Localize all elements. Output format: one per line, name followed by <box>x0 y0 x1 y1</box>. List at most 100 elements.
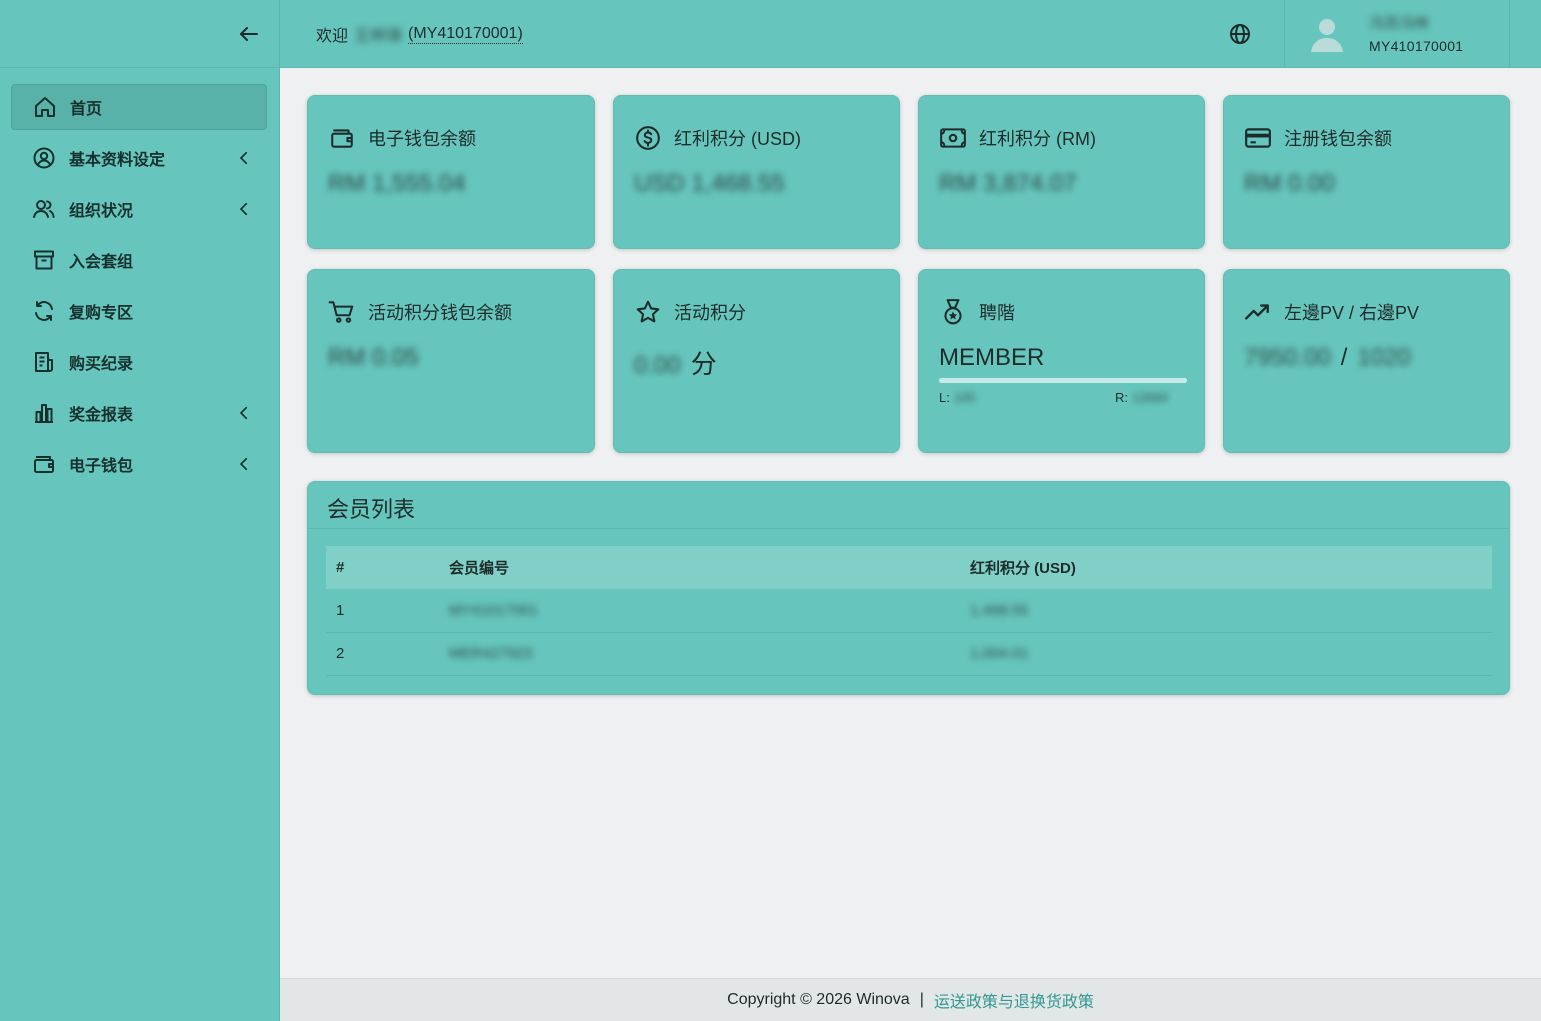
member-table: # 会员编号 红利积分 (USD) 1 MY41017001 1,468.55 … <box>326 546 1492 676</box>
sidebar-item-label: 购买纪录 <box>69 356 134 373</box>
sidebar-item-ewallet[interactable]: 电子钱包 <box>11 441 267 487</box>
sidebar-item-purchase-history[interactable]: 购买纪录 <box>11 339 267 385</box>
card-title: 活动积分 <box>674 303 746 323</box>
pv-card: 左邊PV / 右邊PV 7950.00 / 1020 <box>1223 269 1510 453</box>
rank-value: MEMBER <box>939 344 1045 371</box>
rank-right-value: 12694 <box>1132 390 1169 405</box>
table-row: 1 MY41017001 1,468.55 <box>326 589 1492 633</box>
column-header-member-id: 会员编号 <box>449 560 510 577</box>
table-cell-member-id: MY41017001 <box>439 589 960 633</box>
sidebar-menu: 首页 基本资料设定 组织状况 入会套组 复购专区 购买纪录 奖金报表 电子钱包 <box>0 68 279 487</box>
bonus-usd-value: USD 1,468.55 <box>634 170 785 197</box>
top-header: 欢迎 王梓琪 (MY410170001) 冯苏冯林 MY410170001 <box>280 0 1541 68</box>
rank-left-label: L: <box>939 390 950 405</box>
home-icon <box>32 94 58 120</box>
copyright-text: Copyright © 2026 Winova <box>727 991 910 1008</box>
bar-chart-icon <box>31 400 57 426</box>
wallet-icon <box>31 451 57 477</box>
rank-left-value: 105 <box>953 390 976 405</box>
welcome-message: 欢迎 王梓琪 (MY410170001) <box>316 22 523 46</box>
panel-title: 会员列表 <box>327 497 416 522</box>
wallet-icon <box>328 124 356 152</box>
card-title: 活动积分钱包余额 <box>368 303 512 323</box>
bonus-rm-value: RM 3,874.07 <box>939 170 1077 197</box>
chevron-left-icon <box>239 457 248 471</box>
cart-icon <box>328 298 356 326</box>
activity-points-value: 0.00 分 <box>634 344 717 381</box>
rank-progress-fill <box>939 378 1187 383</box>
sidebar-item-membership-package[interactable]: 入会套组 <box>11 237 267 283</box>
refresh-icon <box>31 298 57 324</box>
card-title: 红利积分 (USD) <box>674 129 801 149</box>
activity-points-unit: 分 <box>690 349 717 379</box>
chevron-left-icon <box>239 151 248 165</box>
dollar-circle-icon <box>634 124 662 152</box>
user-circle-icon <box>31 145 57 171</box>
bonus-usd-card: 红利积分 (USD) USD 1,468.55 <box>613 95 900 249</box>
user-name: 冯苏冯林 <box>1369 15 1430 32</box>
language-button[interactable] <box>1228 22 1254 48</box>
sidebar-item-profile-settings[interactable]: 基本资料设定 <box>11 135 267 181</box>
activity-points-card: 活动积分 0.00 分 <box>613 269 900 453</box>
cash-icon <box>939 124 967 152</box>
star-icon <box>634 298 662 326</box>
card-title: 注册钱包余额 <box>1284 129 1392 149</box>
user-member-id: MY410170001 <box>1369 38 1464 54</box>
sidebar-item-home[interactable]: 首页 <box>11 84 267 130</box>
welcome-member-id: (MY410170001) <box>408 24 523 44</box>
table-cell-bonus-usd: 1,468.55 <box>960 589 1492 633</box>
sidebar-item-label: 奖金报表 <box>69 407 134 424</box>
card-title: 左邊PV / 右邊PV <box>1284 303 1420 323</box>
trend-up-icon <box>1244 298 1272 326</box>
sidebar-header <box>0 0 279 68</box>
footer-separator: | <box>919 991 924 1008</box>
table-cell-index: 1 <box>326 589 439 633</box>
activity-points-number: 0.00 <box>634 352 681 379</box>
sidebar-item-label: 组织状况 <box>69 203 134 220</box>
rank-left-count: L: 105 <box>939 390 976 405</box>
collapse-sidebar-button[interactable] <box>234 19 264 49</box>
arrow-left-icon <box>240 27 258 41</box>
table-header-row: # 会员编号 红利积分 (USD) <box>326 546 1492 589</box>
activity-wallet-card: 活动积分钱包余额 RM 0.05 <box>307 269 595 453</box>
sidebar-item-bonus-report[interactable]: 奖金报表 <box>11 390 267 436</box>
card-title: 聘階 <box>979 303 1015 323</box>
table-row: 2 MER427923 1,004.01 <box>326 632 1492 676</box>
bonus-rm-card: 红利积分 (RM) RM 3,874.07 <box>918 95 1205 249</box>
sidebar-item-label: 复购专区 <box>69 305 134 322</box>
credit-card-icon <box>1244 124 1272 152</box>
column-header-bonus-usd: 红利积分 (USD) <box>970 560 1076 577</box>
ewallet-balance-card: 电子钱包余额 RM 1,555.04 <box>307 95 595 249</box>
globe-icon <box>1230 24 1250 44</box>
divider <box>308 528 1509 529</box>
shipping-return-policy-link[interactable]: 运送政策与退换货政策 <box>934 988 1094 1012</box>
welcome-label: 欢迎 <box>316 28 349 45</box>
pv-right-value: 1020 <box>1357 344 1411 371</box>
receipt-icon <box>31 349 57 375</box>
chevron-left-icon <box>239 406 248 420</box>
archive-box-icon <box>31 247 57 273</box>
activity-wallet-value: RM 0.05 <box>328 344 419 371</box>
footer: Copyright © 2026 Winova | 运送政策与退换货政策 <box>280 978 1541 1021</box>
user-menu[interactable]: 冯苏冯林 MY410170001 <box>1284 0 1510 68</box>
sidebar-item-label: 入会套组 <box>69 254 134 271</box>
card-title: 红利积分 (RM) <box>979 129 1096 149</box>
rank-card: 聘階 MEMBER L: 105 R: 12694 <box>918 269 1205 453</box>
welcome-name: 王梓琪 <box>354 28 403 45</box>
pv-value: 7950.00 / 1020 <box>1244 344 1411 372</box>
medal-icon <box>939 298 967 326</box>
register-wallet-value: RM 0.00 <box>1244 170 1335 197</box>
users-icon <box>31 196 57 222</box>
table-cell-bonus-usd: 1,004.01 <box>960 632 1492 676</box>
avatar <box>1311 19 1343 52</box>
member-list-panel: 会员列表 # 会员编号 红利积分 (USD) 1 MY41017001 1,46… <box>307 481 1510 695</box>
sidebar-item-label: 首页 <box>70 101 103 118</box>
ewallet-balance-value: RM 1,555.04 <box>328 170 466 197</box>
pv-separator: / <box>1340 344 1348 371</box>
rank-right-label: R: <box>1115 390 1128 405</box>
sidebar-item-organization[interactable]: 组织状况 <box>11 186 267 232</box>
pv-left-value: 7950.00 <box>1244 344 1331 371</box>
sidebar-item-repurchase[interactable]: 复购专区 <box>11 288 267 334</box>
chevron-left-icon <box>239 202 248 216</box>
rank-right-count: R: 12694 <box>1115 390 1168 405</box>
